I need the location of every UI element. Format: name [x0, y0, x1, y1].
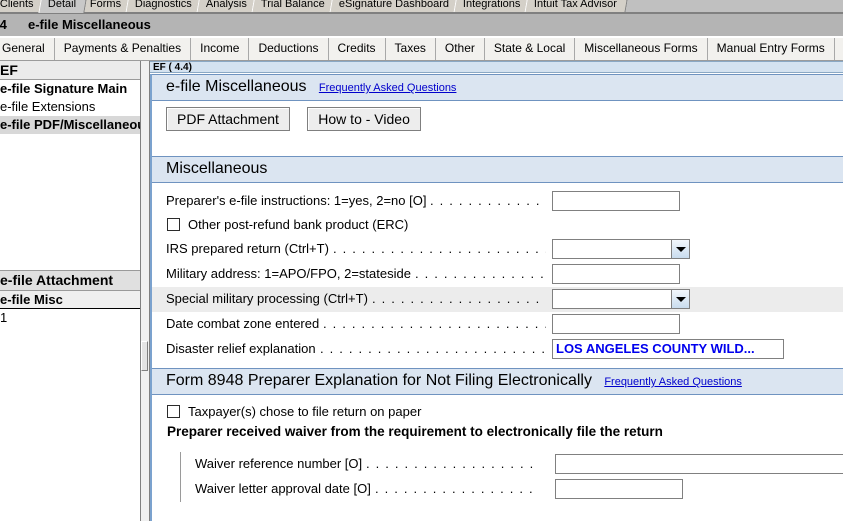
field-label-waiver-reference-number-o: Waiver reference number [O]: [195, 456, 363, 471]
how-to-video-button[interactable]: How to - Video: [307, 107, 421, 131]
main-tab-strip: Clients Detail Forms Diagnostics Analysis Tri…: [0, 0, 843, 14]
section-header-miscellaneous: Miscellaneous: [152, 156, 843, 183]
form-row-military-address-1-apo-fpo-2-stateside: Military address: 1=APO/FPO, 2=stateside…: [152, 262, 843, 287]
main-tab-label: Detail: [47, 0, 76, 10]
field-label-waiver-letter-approval-date-o: Waiver letter approval date [O]: [195, 481, 371, 496]
form-row-date-combat-zone-entered: Date combat zone entered. . . . . . . . …: [152, 312, 843, 337]
checkbox-label-other-post-refund-bank-product-erc: Other post-refund bank product (ERC): [188, 217, 409, 232]
leader-dots: . . . . . . . . . . . . . .: [415, 266, 545, 281]
sidebar-item-e-file-pdf-miscellaneous[interactable]: e-file PDF/Miscellaneous: [0, 116, 140, 134]
waiver-fields-group: Waiver reference number [O]. . . . . . .…: [180, 452, 843, 502]
splitter-grip[interactable]: [141, 341, 148, 371]
category-tab-manual-entry-forms[interactable]: Manual Entry Forms: [708, 38, 835, 60]
category-tab-bar: General Payments & Penalties Income Deducti…: [0, 38, 843, 61]
sidebar-attachment-count: 1: [0, 310, 8, 325]
sidebar-item-e-file-extensions[interactable]: e-file Extensions: [0, 98, 140, 116]
ef-form-tab[interactable]: EF ( 4.4): [150, 61, 843, 73]
input-date-combat-zone-entered[interactable]: [552, 314, 680, 334]
leader-dots: . . . . . . . . . . . . . . . . . . . .: [372, 291, 546, 306]
leader-dots: . . . . . . . . . . . . . . . . . .: [366, 456, 535, 471]
checkbox-label-taxpayer-chose-paper: Taxpayer(s) chose to file return on pape…: [188, 404, 422, 419]
field-label-date-combat-zone-entered: Date combat zone entered: [166, 316, 320, 331]
form-row-waiver-reference-number-o: Waiver reference number [O]. . . . . . .…: [181, 452, 843, 477]
input-waiver-letter-approval-date-o[interactable]: [555, 479, 683, 499]
section-header-form-8948: Form 8948 Preparer Explanation for Not F…: [152, 368, 843, 395]
category-tab-other[interactable]: Other: [436, 38, 485, 60]
faq-link-form-8948[interactable]: Frequently Asked Questions: [595, 369, 742, 396]
checkbox-row-other-post-refund-bank-product-erc[interactable]: Other post-refund bank product (ERC): [152, 214, 843, 237]
sidebar-header: EF: [0, 61, 140, 80]
page-title-number: .4: [0, 17, 7, 32]
category-tab-deductions[interactable]: Deductions: [249, 38, 329, 60]
action-button-row: PDF Attachment How to - Video: [152, 101, 843, 139]
field-label-disaster-relief-explanation: Disaster relief explanation: [166, 341, 316, 356]
category-tab-taxes[interactable]: Taxes: [386, 38, 436, 60]
page-title-bar: .4 e-file Miscellaneous: [0, 14, 843, 37]
page-title: e-file Miscellaneous: [28, 17, 151, 32]
sidebar-item-efile-misc[interactable]: e-file Misc: [0, 291, 140, 309]
form-row-disaster-relief-explanation: Disaster relief explanation . . . . . . .…: [152, 337, 843, 362]
sidebar-item-e-file-signature-main[interactable]: e-file Signature Main: [0, 80, 140, 98]
left-sidebar: EF e-file Signature Main e-file Extension…: [0, 61, 141, 521]
pdf-attachment-button[interactable]: PDF Attachment: [166, 107, 290, 131]
checkbox-taxpayer-chose-paper[interactable]: [167, 405, 180, 418]
waiver-heading: Preparer received waiver from the requir…: [167, 424, 663, 439]
category-tab-credits[interactable]: Credits: [329, 38, 386, 60]
input-waiver-reference-number-o[interactable]: [555, 454, 843, 474]
sidebar-section-efile-attachment[interactable]: e-file Attachment: [0, 270, 140, 291]
input-disaster-relief-explanation[interactable]: LOS ANGELES COUNTY WILD...: [552, 339, 784, 359]
category-tab-income[interactable]: Income: [191, 38, 250, 60]
form-row-special-military-processing-ctrl-t: Special military processing (Ctrl+T) . . …: [152, 287, 843, 312]
miscellaneous-fields: Preparer's e-file instructions: 1=yes, 2…: [152, 189, 843, 362]
form-body: e-file Miscellaneous Frequently Asked Qu…: [150, 74, 843, 521]
input-preparer-s-e-file-instructions-1-yes-2-no-o[interactable]: [552, 191, 680, 211]
section-title-efile-miscellaneous: e-file Miscellaneous: [166, 78, 307, 95]
field-label-preparer-s-e-file-instructions-1-yes-2-no-o: Preparer's e-file instructions: 1=yes, 2…: [166, 193, 427, 208]
input-military-address-1-apo-fpo-2-stateside[interactable]: [552, 264, 680, 284]
category-tab-state-local[interactable]: State & Local: [485, 38, 576, 60]
leader-dots: . . . . . . . . . . . . . . . . . . . . …: [333, 241, 546, 256]
leader-dots: . . . . . . . . . . . . . . . . .: [375, 481, 534, 496]
field-label-military-address-1-apo-fpo-2-stateside: Military address: 1=APO/FPO, 2=stateside: [166, 266, 411, 281]
chevron-down-icon[interactable]: [671, 290, 689, 308]
chevron-down-icon[interactable]: [671, 240, 689, 258]
checkbox-other-post-refund-bank-product-erc[interactable]: [167, 218, 180, 231]
panel-splitter[interactable]: [141, 61, 150, 521]
form-row-waiver-letter-approval-date-o: Waiver letter approval date [O] . . . . .…: [181, 477, 843, 502]
dropdown-irs-prepared-return-ctrl-t[interactable]: [552, 239, 690, 259]
checkbox-row-paper-filing[interactable]: Taxpayer(s) chose to file return on pape…: [152, 401, 843, 424]
field-label-irs-prepared-return-ctrl-t: IRS prepared return (Ctrl+T): [166, 241, 329, 256]
leader-dots: . . . . . . . . . . . . . . . . . . . . …: [320, 341, 546, 356]
leader-dots: . . . . . . . . . . . . . .: [430, 193, 546, 208]
dropdown-special-military-processing-ctrl-t[interactable]: [552, 289, 690, 309]
faq-link-efile-miscellaneous[interactable]: Frequently Asked Questions: [310, 75, 457, 102]
form-row-irs-prepared-return-ctrl-t: IRS prepared return (Ctrl+T) . . . . . . …: [152, 237, 843, 262]
field-label-special-military-processing-ctrl-t: Special military processing (Ctrl+T): [166, 291, 368, 306]
category-tab-miscellaneous-forms[interactable]: Miscellaneous Forms: [575, 38, 708, 60]
leader-dots: . . . . . . . . . . . . . . . . . . . . …: [323, 316, 546, 331]
section-title-miscellaneous: Miscellaneous: [166, 160, 268, 177]
category-tab-general[interactable]: General: [0, 38, 55, 60]
form-row-preparer-s-e-file-instructions-1-yes-2-no-o: Preparer's e-file instructions: 1=yes, 2…: [152, 189, 843, 214]
section-title-form-8948: Form 8948 Preparer Explanation for Not F…: [166, 372, 592, 389]
main-content-panel: EF ( 4.4) e-file Miscellaneous Frequentl…: [150, 61, 843, 521]
category-tab-payments-penalties[interactable]: Payments & Penalties: [55, 38, 192, 60]
section-header-efile-miscellaneous: e-file Miscellaneous Frequently Asked Qu…: [152, 74, 843, 101]
main-tab-detail[interactable]: Detail: [37, 0, 88, 13]
